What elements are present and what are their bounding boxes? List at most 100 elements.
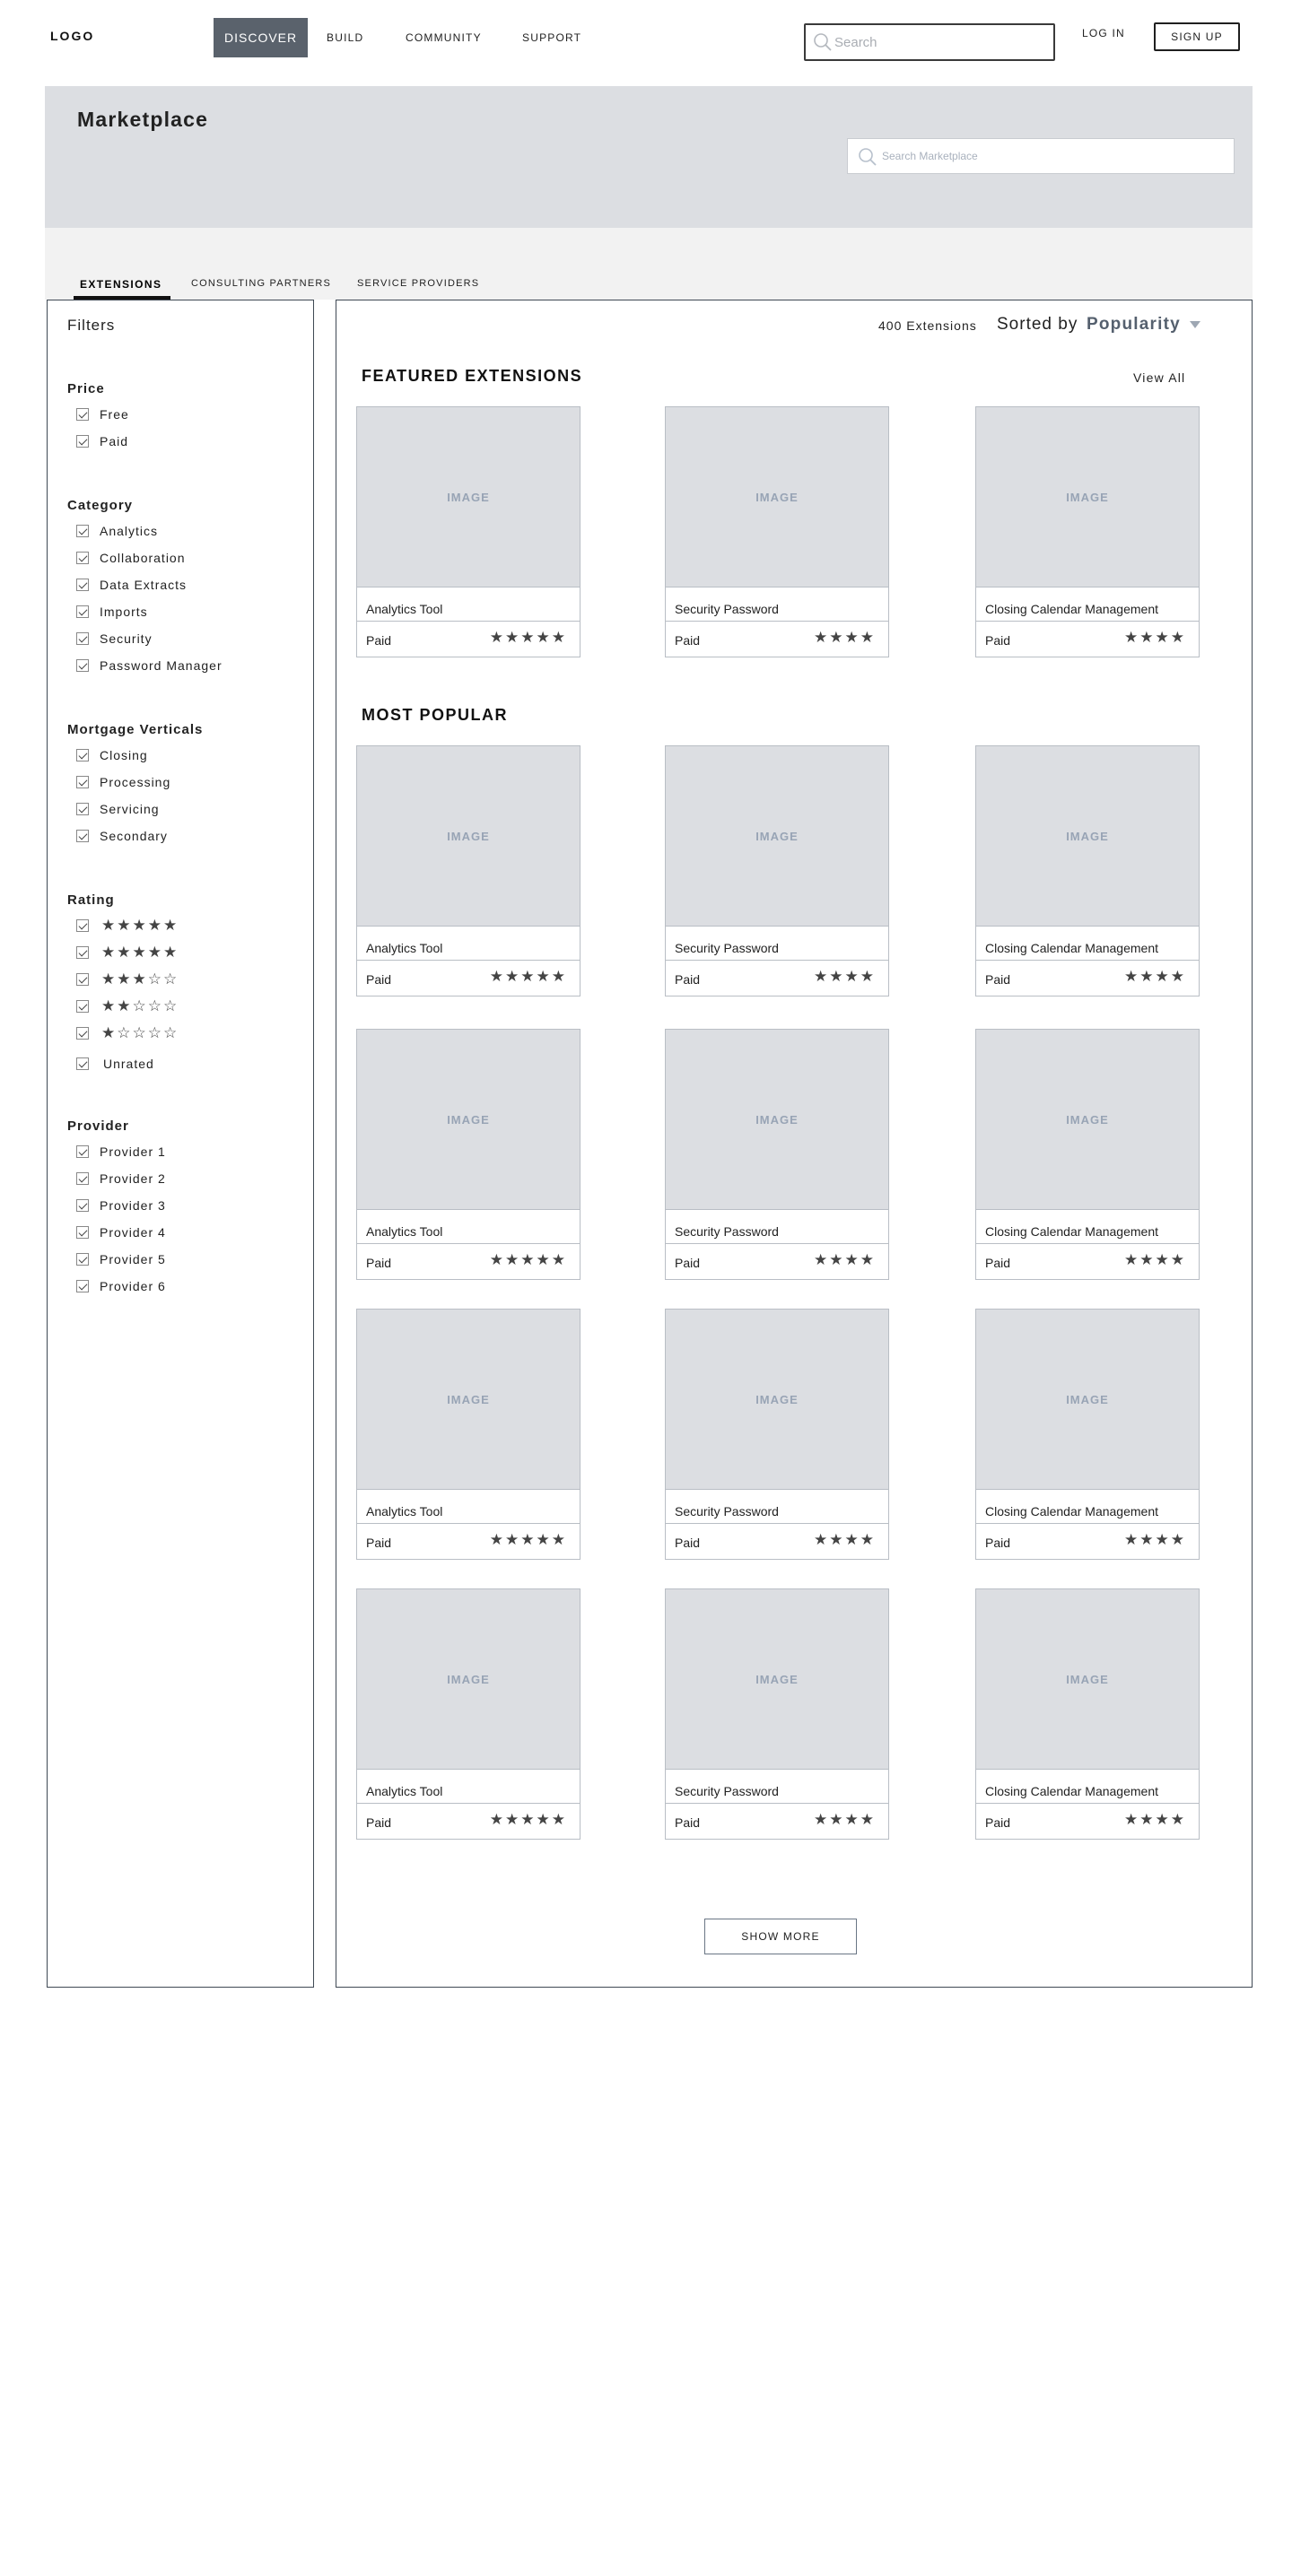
tab-service-providers[interactable]: SERVICE PROVIDERS	[357, 278, 479, 300]
checkbox[interactable]	[76, 749, 89, 761]
filter-option-password-manager[interactable]: Password Manager	[76, 657, 223, 674]
checkbox[interactable]	[76, 1280, 89, 1292]
signup-button[interactable]: SIGN UP	[1154, 22, 1240, 51]
logo[interactable]: LOGO	[50, 29, 94, 43]
results-panel: 400 Extensions Sorted by Popularity FEAT…	[336, 300, 1253, 1988]
extension-card[interactable]: IMAGE Security Password Paid ★★★★	[665, 1588, 889, 1840]
filter-option-rating-4[interactable]: ★★★★★	[76, 944, 179, 962]
card-title: Closing Calendar Management	[976, 1769, 1199, 1804]
featured-card[interactable]: IMAGE Security Password Paid ★★★★	[665, 406, 889, 657]
extension-card[interactable]: IMAGE Closing Calendar Management Paid ★…	[975, 745, 1200, 996]
checkbox[interactable]	[76, 408, 89, 421]
view-all-link[interactable]: View All	[1133, 370, 1185, 385]
filters-title: Filters	[67, 317, 116, 334]
card-price: Paid	[366, 1536, 392, 1550]
card-image-placeholder: IMAGE	[357, 1030, 580, 1209]
marketplace-search-box[interactable]	[847, 138, 1235, 174]
extension-card[interactable]: IMAGE Analytics Tool Paid ★★★★★	[356, 1588, 581, 1840]
star-rating-icons: ★★★★	[814, 629, 876, 647]
extension-card[interactable]: IMAGE Analytics Tool Paid ★★★★★	[356, 1029, 581, 1280]
checkbox[interactable]	[76, 579, 89, 591]
filter-heading-rating: Rating	[67, 892, 115, 908]
marketplace-search-input[interactable]	[882, 147, 1223, 165]
sort-dropdown[interactable]: Popularity	[1087, 313, 1200, 336]
card-price: Paid	[675, 633, 701, 648]
card-image-placeholder: IMAGE	[357, 746, 580, 926]
filter-option-rating-2[interactable]: ★★☆☆☆	[76, 997, 179, 1015]
featured-card[interactable]: IMAGE Closing Calendar Management Paid ★…	[975, 406, 1200, 657]
extension-card[interactable]: IMAGE Security Password Paid ★★★★	[665, 1309, 889, 1560]
filter-option-provider-1[interactable]: Provider 1	[76, 1144, 166, 1160]
card-image-placeholder: IMAGE	[357, 1310, 580, 1489]
filter-option-data-extracts[interactable]: Data Extracts	[76, 577, 187, 593]
card-image-placeholder: IMAGE	[666, 1310, 888, 1489]
filter-option-closing[interactable]: Closing	[76, 747, 148, 763]
checkbox[interactable]	[76, 776, 89, 788]
card-title: Closing Calendar Management	[976, 926, 1199, 961]
checkbox[interactable]	[76, 552, 89, 564]
checkbox[interactable]	[76, 919, 89, 932]
star-rating-icons: ★★★★	[1124, 968, 1186, 986]
global-search-box[interactable]	[804, 23, 1055, 61]
checkbox[interactable]	[76, 1027, 89, 1040]
checkbox[interactable]	[76, 1199, 89, 1212]
star-rating-icons: ★★★★★	[489, 629, 567, 647]
nav-link-community[interactable]: COMMUNITY	[406, 18, 482, 57]
checkbox[interactable]	[76, 1145, 89, 1158]
extension-card[interactable]: IMAGE Security Password Paid ★★★★	[665, 745, 889, 996]
card-image-placeholder: IMAGE	[666, 746, 888, 926]
checkbox[interactable]	[76, 605, 89, 618]
filter-option-processing[interactable]: Processing	[76, 774, 170, 790]
filter-option-rating-1[interactable]: ★☆☆☆☆	[76, 1024, 179, 1042]
login-link[interactable]: LOG IN	[1082, 27, 1125, 45]
checkbox[interactable]	[76, 1057, 89, 1070]
star-rating-icons: ★★★★★	[101, 944, 179, 962]
extension-card[interactable]: IMAGE Analytics Tool Paid ★★★★★	[356, 1309, 581, 1560]
filter-option-free[interactable]: Free	[76, 406, 129, 422]
checkbox[interactable]	[76, 1000, 89, 1013]
checkbox[interactable]	[76, 659, 89, 672]
extension-card[interactable]: IMAGE Closing Calendar Management Paid ★…	[975, 1309, 1200, 1560]
checkbox[interactable]	[76, 435, 89, 448]
filter-option-servicing[interactable]: Servicing	[76, 801, 160, 817]
extension-card[interactable]: IMAGE Security Password Paid ★★★★	[665, 1029, 889, 1280]
featured-card[interactable]: IMAGE Analytics Tool Paid ★★★★★	[356, 406, 581, 657]
checkbox[interactable]	[76, 1226, 89, 1239]
nav-link-build[interactable]: BUILD	[327, 18, 363, 57]
filter-option-provider-6[interactable]: Provider 6	[76, 1278, 166, 1294]
filter-option-provider-5[interactable]: Provider 5	[76, 1251, 166, 1267]
checkbox[interactable]	[76, 973, 89, 986]
star-rating-icons: ★★★★★	[489, 1251, 567, 1269]
featured-section-title: FEATURED EXTENSIONS	[362, 367, 583, 385]
filter-option-unrated[interactable]: Unrated	[76, 1056, 154, 1072]
card-title: Analytics Tool	[357, 1489, 580, 1524]
global-search-input[interactable]	[834, 32, 1046, 52]
filter-option-paid[interactable]: Paid	[76, 433, 128, 449]
checkbox[interactable]	[76, 525, 89, 537]
filter-option-analytics[interactable]: Analytics	[76, 523, 158, 539]
filter-option-provider-4[interactable]: Provider 4	[76, 1224, 166, 1240]
checkbox[interactable]	[76, 1253, 89, 1266]
filter-option-rating-5[interactable]: ★★★★★	[76, 917, 179, 935]
filter-option-provider-3[interactable]: Provider 3	[76, 1197, 166, 1214]
extension-card[interactable]: IMAGE Closing Calendar Management Paid ★…	[975, 1029, 1200, 1280]
filter-option-collaboration[interactable]: Collaboration	[76, 550, 186, 566]
page-title: Marketplace	[77, 108, 209, 131]
tab-consulting-partners[interactable]: CONSULTING PARTNERS	[191, 278, 331, 300]
checkbox[interactable]	[76, 803, 89, 815]
extension-card[interactable]: IMAGE Closing Calendar Management Paid ★…	[975, 1588, 1200, 1840]
card-image-placeholder: IMAGE	[666, 1030, 888, 1209]
nav-link-support[interactable]: SUPPORT	[522, 18, 581, 57]
nav-link-discover[interactable]: DISCOVER	[214, 18, 309, 57]
show-more-button[interactable]: SHOW MORE	[704, 1919, 857, 1954]
checkbox[interactable]	[76, 830, 89, 842]
filter-option-security[interactable]: Security	[76, 631, 153, 647]
extension-card[interactable]: IMAGE Analytics Tool Paid ★★★★★	[356, 745, 581, 996]
filter-option-provider-2[interactable]: Provider 2	[76, 1171, 166, 1187]
filter-option-rating-3[interactable]: ★★★☆☆	[76, 970, 179, 988]
checkbox[interactable]	[76, 632, 89, 645]
checkbox[interactable]	[76, 946, 89, 959]
filter-option-imports[interactable]: Imports	[76, 604, 148, 620]
checkbox[interactable]	[76, 1172, 89, 1185]
filter-option-secondary[interactable]: Secondary	[76, 828, 168, 844]
